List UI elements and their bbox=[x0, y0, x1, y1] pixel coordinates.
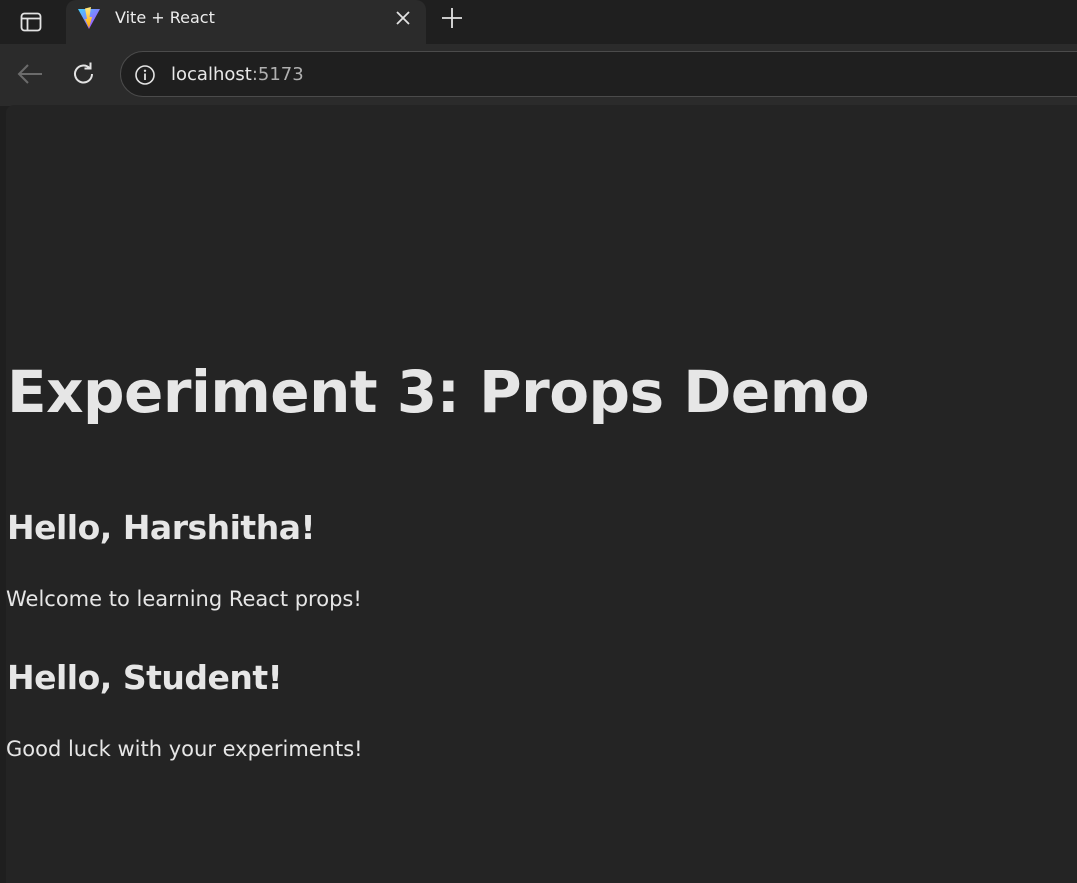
reload-icon bbox=[74, 62, 93, 84]
url-port: :5173 bbox=[251, 64, 304, 85]
page-title: Experiment 3: Props Demo bbox=[7, 358, 870, 426]
greeting-heading: Hello, Student! bbox=[7, 658, 283, 697]
tab-strip: Vite + React bbox=[0, 0, 1077, 44]
tab-title: Vite + React bbox=[115, 8, 215, 27]
close-icon bbox=[396, 11, 410, 25]
vite-logo-icon bbox=[78, 7, 100, 29]
sidebar-panel-icon bbox=[20, 12, 42, 32]
info-icon bbox=[135, 65, 155, 85]
greeting-message: Good luck with your experiments! bbox=[6, 737, 363, 761]
page-content: Experiment 3: Props Demo Hello, Harshith… bbox=[6, 105, 1077, 883]
greeting-heading: Hello, Harshitha! bbox=[7, 508, 316, 547]
arrow-left-icon bbox=[17, 64, 42, 84]
tab-close-button[interactable] bbox=[393, 8, 413, 28]
sidebar-toggle-button[interactable] bbox=[0, 0, 62, 44]
plus-icon bbox=[442, 8, 462, 28]
site-info-button[interactable] bbox=[134, 64, 156, 86]
url-text[interactable]: localhost:5173 bbox=[171, 64, 304, 85]
new-tab-button[interactable] bbox=[439, 5, 465, 31]
browser-toolbar: localhost:5173 bbox=[0, 44, 1077, 106]
tab-active[interactable]: Vite + React bbox=[66, 0, 426, 44]
reload-button[interactable] bbox=[68, 58, 100, 90]
back-button[interactable] bbox=[14, 58, 46, 90]
greeting-message: Welcome to learning React props! bbox=[6, 587, 362, 611]
url-host: localhost bbox=[171, 64, 252, 85]
address-bar[interactable]: localhost:5173 bbox=[120, 51, 1077, 97]
